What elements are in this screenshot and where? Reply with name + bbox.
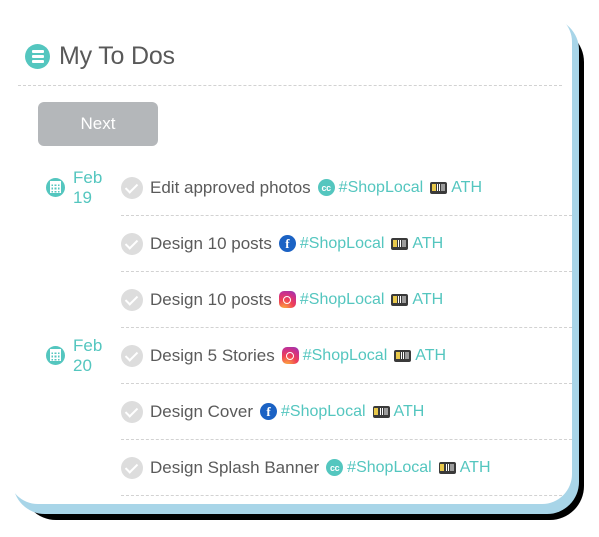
client-label: ATH: [412, 234, 444, 252]
instagram-icon: [281, 347, 299, 364]
client-label: ATH: [393, 402, 425, 420]
cc-icon: cc: [326, 459, 344, 476]
todo-date-label: Feb 19: [73, 167, 103, 207]
client-tag[interactable]: ATH: [394, 347, 446, 365]
campaign-tag[interactable]: cc #ShopLocal: [326, 459, 432, 477]
client-tag[interactable]: ATH: [430, 179, 482, 197]
todo-title: Design 10 posts: [150, 289, 272, 309]
hashtag-label: #ShopLocal: [302, 346, 388, 364]
todo-task-cell: Design 10 posts #ShopLocal ATH: [121, 272, 572, 328]
todo-date-cell: Feb 20: [8, 328, 121, 383]
todo-row[interactable]: Design 10 posts f #ShopLocal ATH: [8, 216, 572, 272]
todo-date-cell: Feb 19: [8, 160, 121, 215]
check-circle-icon[interactable]: [121, 344, 143, 367]
todo-title: Design Cover: [150, 401, 253, 421]
client-badge-icon: [391, 237, 409, 250]
check-circle-icon[interactable]: [121, 456, 143, 479]
client-badge-icon: [438, 461, 456, 474]
todo-title: Edit approved photos: [150, 177, 311, 197]
todo-task-cell: Design Cover f #ShopLocal ATH: [121, 384, 572, 440]
todo-list: Feb 19 Edit approved photos cc #ShopLocal AT…: [8, 160, 572, 496]
campaign-tag[interactable]: f #ShopLocal: [278, 234, 385, 253]
client-tag[interactable]: ATH: [372, 402, 425, 421]
calendar-icon: [46, 346, 65, 365]
todo-date-label: Feb 20: [73, 335, 103, 375]
screen: My To Dos Next Feb 19 Edit approved photo…: [0, 0, 599, 537]
client-label: ATH: [415, 346, 447, 364]
list-icon: [25, 44, 50, 69]
card-header: My To Dos: [8, 12, 572, 71]
check-circle-icon[interactable]: [121, 176, 143, 199]
check-circle-icon[interactable]: [121, 288, 143, 311]
todo-card: My To Dos Next Feb 19 Edit approved photo…: [8, 12, 572, 504]
todo-title: Design 5 Stories: [150, 345, 275, 365]
campaign-tag[interactable]: cc #ShopLocal: [317, 178, 424, 197]
facebook-icon: f: [260, 403, 277, 420]
todo-row[interactable]: Design 10 posts #ShopLocal ATH: [8, 272, 572, 328]
page-title: My To Dos: [59, 42, 175, 70]
client-label: ATH: [412, 290, 444, 308]
client-label: ATH: [459, 458, 491, 476]
campaign-tag[interactable]: f #ShopLocal: [260, 403, 366, 421]
client-badge-icon: [394, 349, 412, 362]
todo-task-cell: Design Splash Banner cc #ShopLocal ATH: [121, 440, 572, 496]
hashtag-label: #ShopLocal: [299, 234, 385, 252]
client-badge-icon: [391, 293, 409, 306]
client-tag[interactable]: ATH: [438, 458, 491, 477]
todo-date-cell: [8, 384, 121, 439]
todo-title: Design 10 posts: [150, 233, 272, 253]
todo-date-cell: [8, 216, 121, 271]
todo-task-cell: Design 5 Stories #ShopLocal ATH: [121, 328, 572, 384]
hashtag-label: #ShopLocal: [299, 290, 385, 308]
client-tag[interactable]: ATH: [391, 291, 443, 309]
check-circle-icon[interactable]: [121, 232, 143, 255]
toolbar: Next: [8, 86, 572, 146]
client-badge-icon: [430, 181, 448, 194]
todo-row[interactable]: Feb 20 Design 5 Stories #ShopLocal ATH: [8, 328, 572, 384]
todo-task-cell: Design 10 posts f #ShopLocal ATH: [121, 216, 572, 272]
todo-task-cell: Edit approved photos cc #ShopLocal ATH: [121, 160, 572, 216]
todo-date-cell: [8, 272, 121, 327]
facebook-icon: f: [278, 235, 296, 252]
todo-title: Design Splash Banner: [150, 457, 320, 477]
todo-date-cell: [8, 440, 121, 495]
todo-row[interactable]: Feb 19 Edit approved photos cc #ShopLocal AT…: [8, 160, 572, 216]
check-circle-icon[interactable]: [121, 400, 143, 423]
campaign-tag[interactable]: #ShopLocal: [281, 346, 388, 365]
todo-row[interactable]: Design Splash Banner cc #ShopLocal ATH: [8, 440, 572, 496]
client-label: ATH: [451, 178, 482, 196]
calendar-icon: [46, 178, 65, 197]
cc-icon: cc: [317, 179, 335, 196]
hashtag-label: #ShopLocal: [347, 458, 432, 476]
next-button[interactable]: Next: [38, 102, 158, 146]
todo-row[interactable]: Design Cover f #ShopLocal ATH: [8, 384, 572, 440]
hashtag-label: #ShopLocal: [281, 402, 366, 420]
client-tag[interactable]: ATH: [391, 235, 443, 253]
hashtag-label: #ShopLocal: [338, 178, 424, 196]
campaign-tag[interactable]: #ShopLocal: [278, 290, 385, 309]
client-badge-icon: [372, 405, 390, 418]
instagram-icon: [278, 291, 296, 308]
